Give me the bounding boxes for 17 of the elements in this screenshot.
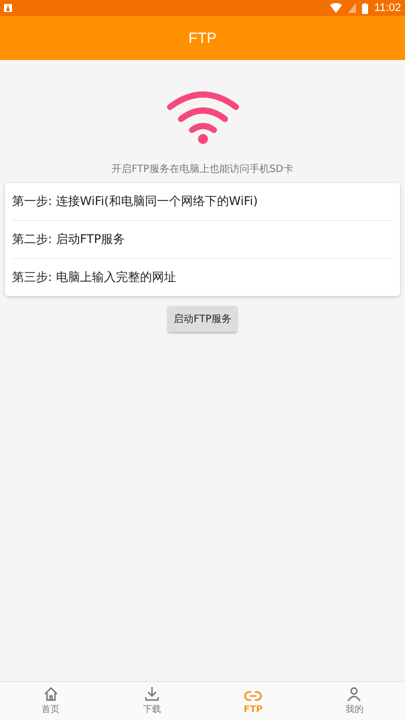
step-text: 第二步: 启动FTP服务 <box>12 231 126 248</box>
screen-title: FTP <box>188 30 217 46</box>
start-ftp-button[interactable]: 启动FTP服务 <box>168 306 238 332</box>
nav-tab[interactable]: 我的 <box>304 682 405 720</box>
home-icon <box>42 686 59 702</box>
wifi-signal-icon <box>330 3 342 13</box>
cell-signal-icon <box>348 3 356 13</box>
step-text: 第一步: 连接WiFi(和电脑同一个网络下的WiFi) <box>12 193 258 210</box>
nav-tab[interactable]: 下载 <box>101 682 202 720</box>
step-text: 第三步: 电脑上输入完整的网址 <box>12 269 176 286</box>
notification-icon <box>4 4 12 12</box>
nav-tab[interactable]: 首页 <box>0 682 102 720</box>
clock-time: 11:02 <box>374 2 401 14</box>
battery-icon <box>362 2 368 14</box>
hint-text: 开启FTP服务在电脑上也能访问手机SD卡 <box>112 162 294 176</box>
person-icon <box>346 686 362 702</box>
download-icon <box>144 686 160 702</box>
